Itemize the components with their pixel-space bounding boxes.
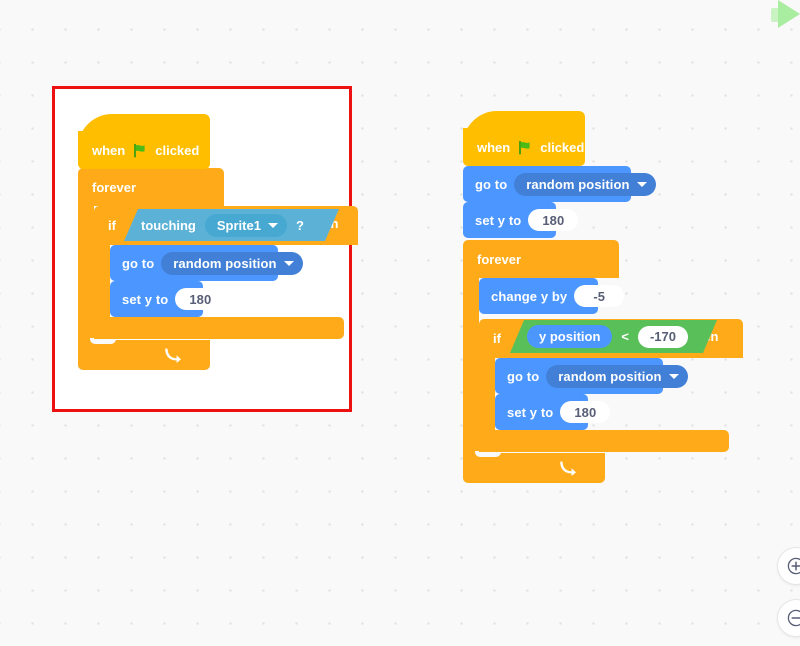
forever-label-right: forever — [477, 251, 522, 267]
touching-target-dropdown[interactable]: Sprite1 — [205, 214, 287, 237]
goto-target-value: random position — [526, 176, 630, 192]
dropdown-caret-icon — [636, 181, 647, 187]
sety-value-field[interactable]: 180 — [528, 209, 579, 231]
if-block-left-spine — [94, 245, 110, 317]
goto-block-left[interactable]: go to random position — [110, 245, 303, 281]
when-label: when — [92, 142, 126, 158]
sety-value-field[interactable]: 180 — [560, 401, 611, 423]
loop-arrow-icon — [165, 348, 181, 363]
sety-label: set y to — [122, 291, 169, 307]
less-than-block[interactable]: y position < -170 — [510, 320, 717, 353]
if-block-left-bottom-bar — [94, 317, 344, 339]
if-block-right-spine — [479, 358, 495, 430]
zoom-in-icon — [787, 557, 800, 575]
green-arrow-sprite — [778, 0, 800, 28]
clicked-label: clicked — [155, 142, 200, 158]
zoom-in-button[interactable] — [778, 548, 800, 584]
forever-block-left-foot — [78, 340, 210, 370]
goto-target-dropdown[interactable]: random position — [546, 364, 688, 388]
sety-block-right-top[interactable]: set y to 180 — [463, 202, 579, 238]
loop-arrow-icon — [560, 461, 576, 476]
changey-block[interactable]: change y by -5 — [479, 278, 625, 314]
forever-block-left[interactable]: forever — [78, 168, 224, 206]
hat-label-group: when clicked — [92, 131, 199, 169]
goto-label: go to — [475, 176, 508, 192]
goto-target-dropdown[interactable]: random position — [514, 172, 656, 196]
goto-target-value: random position — [173, 255, 277, 271]
if-block-right-bottom-bar — [479, 430, 729, 452]
dropdown-caret-icon — [668, 373, 679, 379]
changey-value-field[interactable]: -5 — [574, 285, 625, 307]
forever-block-right-spine — [463, 278, 479, 453]
changey-label: change y by — [491, 288, 568, 304]
sety-value-field[interactable]: 180 — [175, 288, 226, 310]
goto-target-value: random position — [558, 368, 662, 384]
goto-block-right-inner[interactable]: go to random position — [495, 358, 688, 394]
touching-label: touching — [141, 217, 196, 233]
forever-block-right[interactable]: forever — [463, 240, 619, 278]
zoom-out-button[interactable] — [778, 600, 800, 636]
less-than-operator: < — [621, 329, 629, 344]
forever-label: forever — [92, 179, 137, 195]
zoom-out-icon — [787, 609, 800, 627]
forever-block-right-foot — [463, 453, 605, 483]
if-label: if — [108, 218, 116, 233]
touching-sprite-block[interactable]: touching Sprite1 ? — [124, 209, 339, 241]
sety-block-right-inner[interactable]: set y to 180 — [495, 394, 611, 430]
hat-label-group: when clicked — [477, 128, 584, 166]
y-position-label: y position — [539, 329, 601, 344]
block-workspace[interactable]: forever if then touching Sprite1 ? go to… — [0, 0, 800, 646]
touching-question-mark: ? — [295, 217, 304, 233]
clicked-label: clicked — [540, 139, 585, 155]
forever-block-left-spine — [78, 206, 94, 340]
touching-target-value: Sprite1 — [216, 217, 261, 233]
less-than-value-field[interactable]: -170 — [638, 326, 688, 348]
sety-label: set y to — [475, 212, 522, 228]
when-flag-clicked-hat-left[interactable]: when clicked — [78, 114, 210, 169]
y-position-reporter[interactable]: y position — [527, 325, 612, 348]
goto-block-right-top[interactable]: go to random position — [463, 166, 656, 202]
sety-label: set y to — [507, 404, 554, 420]
if-label-right: if — [493, 331, 501, 346]
sety-block-left[interactable]: set y to 180 — [110, 281, 226, 317]
when-label: when — [477, 139, 511, 155]
green-flag-icon — [133, 143, 147, 158]
dropdown-caret-icon — [283, 260, 294, 266]
goto-label: go to — [122, 255, 155, 271]
goto-label: go to — [507, 368, 540, 384]
green-flag-icon — [518, 140, 532, 155]
when-flag-clicked-hat-right[interactable]: when clicked — [463, 111, 585, 166]
dropdown-caret-icon — [268, 223, 278, 228]
goto-target-dropdown[interactable]: random position — [161, 251, 303, 275]
